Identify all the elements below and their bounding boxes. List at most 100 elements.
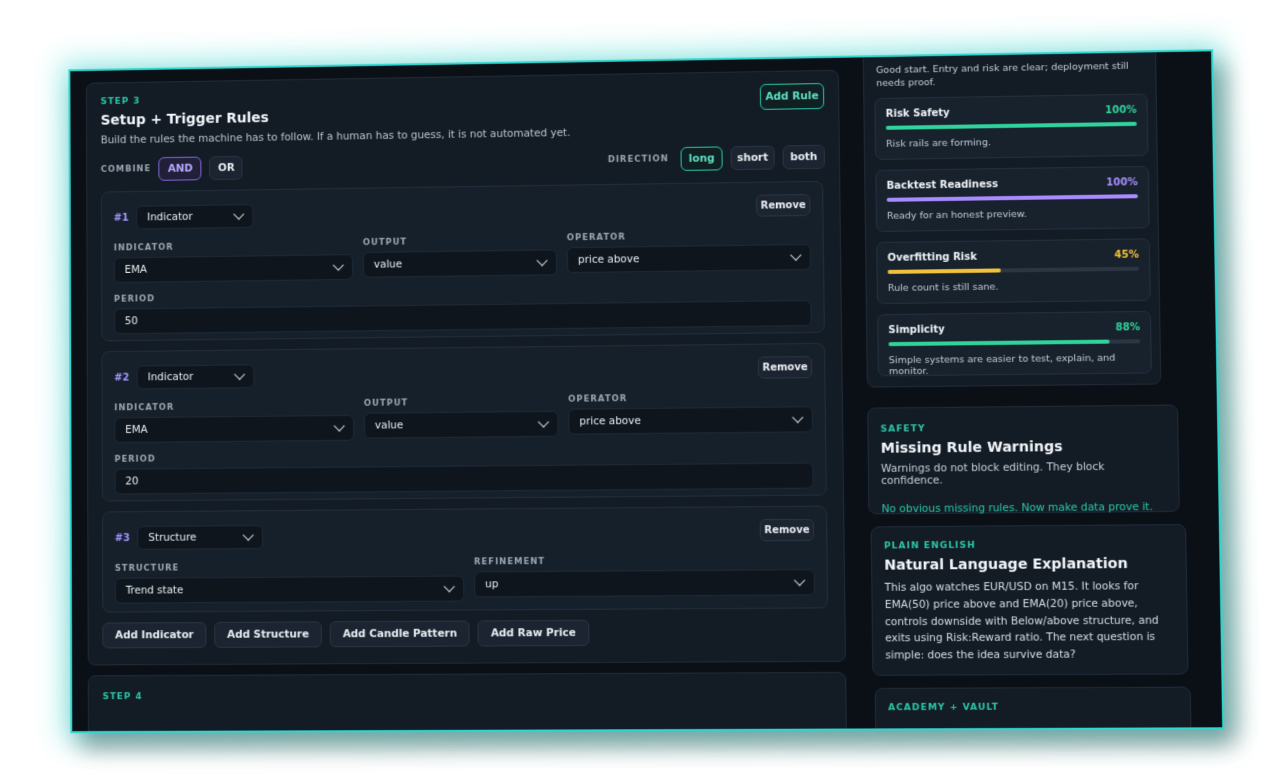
metric-name: Simplicity bbox=[888, 324, 945, 337]
output-select[interactable]: value bbox=[363, 410, 559, 439]
indicator-label: INDICATOR bbox=[113, 242, 174, 254]
progress-fill bbox=[887, 268, 1001, 274]
progress-fill bbox=[886, 194, 1138, 202]
academy-card: ACADEMY + VAULT bbox=[874, 686, 1192, 729]
metric-note: Simple systems are easier to test, expla… bbox=[888, 352, 1116, 378]
add-raw-price-button[interactable]: Add Raw Price bbox=[477, 619, 589, 647]
rule-number: #3 bbox=[114, 532, 130, 544]
combine-or-button[interactable]: OR bbox=[209, 155, 244, 181]
output-label: OUTPUT bbox=[362, 237, 408, 249]
indicator-select[interactable]: EMA bbox=[113, 254, 354, 283]
period-input[interactable]: 50 bbox=[113, 299, 812, 335]
chevron-down-icon bbox=[790, 249, 802, 261]
add-structure-button[interactable]: Add Structure bbox=[214, 621, 322, 648]
step3-card: STEP 3 Setup + Trigger Rules Build the r… bbox=[85, 69, 847, 666]
remove-rule-button[interactable]: Remove bbox=[756, 193, 811, 217]
operator-label: OPERATOR bbox=[566, 232, 626, 244]
period-label: PERIOD bbox=[113, 294, 156, 305]
metric-overfitting-risk: Overfitting Risk 45% Rule count is still… bbox=[876, 238, 1151, 305]
rule-card-2: #2 Indicator Remove INDICATOR EMA OUTPUT… bbox=[101, 342, 827, 502]
step4-eyebrow: STEP 4 bbox=[102, 692, 143, 703]
metric-value: 88% bbox=[1115, 322, 1141, 334]
chevron-down-icon bbox=[793, 574, 806, 587]
safety-card: SAFETY Missing Rule Warnings Warnings do… bbox=[867, 404, 1180, 515]
safety-title: Missing Rule Warnings bbox=[880, 439, 1063, 457]
rule-card-3: #3 Structure Remove STRUCTURE Trend stat… bbox=[101, 505, 829, 613]
add-rule-type-buttons: Add Indicator Add Structure Add Candle P… bbox=[102, 619, 589, 649]
operator-select[interactable]: price above bbox=[566, 243, 812, 274]
output-label: OUTPUT bbox=[363, 398, 409, 409]
indicator-select[interactable]: EMA bbox=[114, 414, 355, 444]
metric-simplicity: Simplicity 88% Simple systems are easier… bbox=[877, 310, 1152, 378]
metric-value: 100% bbox=[1106, 177, 1138, 189]
metric-note: Rule count is still sane. bbox=[887, 281, 999, 294]
sidebar-column: Good start. Entry and risk are clear; de… bbox=[859, 51, 1204, 729]
plain-description: This algo watches EUR/USD on M15. It loo… bbox=[884, 580, 1159, 662]
academy-eyebrow: ACADEMY + VAULT bbox=[888, 702, 1000, 714]
safety-description: Warnings do not block editing. They bloc… bbox=[880, 460, 1105, 488]
structure-value: Trend state bbox=[125, 584, 184, 597]
chevron-down-icon bbox=[332, 259, 344, 271]
combine-and-button[interactable]: AND bbox=[158, 156, 202, 181]
progress-fill bbox=[888, 339, 1110, 347]
rule-card-1: #1 Indicator Remove INDICATOR EMA OUTPUT… bbox=[100, 180, 825, 342]
score-intro: Good start. Entry and risk are clear; de… bbox=[875, 60, 1129, 90]
builder-column: STEP 3 Setup + Trigger Rules Build the r… bbox=[80, 66, 849, 732]
plain-eyebrow: PLAIN ENGLISH bbox=[883, 540, 976, 552]
metric-name: Risk Safety bbox=[885, 107, 950, 120]
indicator-value: EMA bbox=[124, 263, 147, 276]
rule-3-header: #3 Structure bbox=[115, 525, 264, 550]
add-indicator-button[interactable]: Add Indicator bbox=[102, 622, 207, 649]
add-rule-button[interactable]: Add Rule bbox=[759, 82, 825, 110]
operator-label: OPERATOR bbox=[568, 394, 628, 405]
rule-type-select[interactable]: Structure bbox=[137, 525, 264, 550]
rule-number: #1 bbox=[113, 212, 129, 224]
rule-type-value: Indicator bbox=[147, 210, 193, 224]
period-input[interactable]: 20 bbox=[114, 462, 814, 495]
direction-label: DIRECTION bbox=[607, 154, 669, 166]
direction-short-button[interactable]: short bbox=[730, 145, 775, 171]
rule-type-value: Structure bbox=[148, 531, 197, 544]
structure-select[interactable]: Trend state bbox=[114, 575, 465, 604]
progress-bar bbox=[885, 121, 1137, 130]
operator-value: price above bbox=[579, 414, 641, 428]
chevron-down-icon bbox=[537, 416, 550, 428]
progress-fill bbox=[885, 121, 1137, 130]
score-card: Good start. Entry and risk are clear; de… bbox=[862, 51, 1162, 388]
app-window: STEP 3 Setup + Trigger Rules Build the r… bbox=[68, 49, 1225, 734]
metric-risk-safety: Risk Safety 100% Risk rails are forming. bbox=[874, 93, 1149, 161]
safety-eyebrow: SAFETY bbox=[880, 424, 926, 435]
metric-name: Backtest Readiness bbox=[886, 179, 999, 192]
chevron-down-icon bbox=[243, 529, 255, 541]
refinement-select[interactable]: up bbox=[474, 569, 815, 598]
metric-name: Overfitting Risk bbox=[887, 251, 978, 264]
rule-type-select[interactable]: Indicator bbox=[136, 364, 255, 390]
metric-note: Ready for an honest preview. bbox=[886, 208, 1027, 222]
combine-group: COMBINE AND OR bbox=[100, 155, 244, 182]
progress-bar bbox=[888, 339, 1141, 347]
chevron-down-icon bbox=[233, 208, 245, 220]
indicator-label: INDICATOR bbox=[114, 402, 175, 414]
rule-type-value: Indicator bbox=[147, 370, 194, 384]
combine-label: COMBINE bbox=[100, 164, 152, 175]
rule-type-select[interactable]: Indicator bbox=[136, 204, 254, 230]
remove-rule-button[interactable]: Remove bbox=[757, 356, 813, 379]
rule-1-header: #1 Indicator bbox=[114, 204, 254, 230]
direction-group: DIRECTION long short both bbox=[607, 144, 825, 172]
refinement-value: up bbox=[485, 578, 499, 591]
output-select[interactable]: value bbox=[362, 249, 558, 278]
add-candle-pattern-button[interactable]: Add Candle Pattern bbox=[329, 620, 471, 648]
chevron-down-icon bbox=[443, 580, 455, 593]
metric-note: Risk rails are forming. bbox=[885, 137, 991, 150]
direction-both-button[interactable]: both bbox=[782, 144, 825, 170]
output-value: value bbox=[373, 258, 403, 271]
period-label: PERIOD bbox=[114, 454, 156, 465]
plain-title: Natural Language Explanation bbox=[884, 555, 1128, 574]
step4-card: STEP 4 bbox=[87, 671, 847, 732]
remove-rule-button[interactable]: Remove bbox=[759, 518, 815, 542]
chevron-down-icon bbox=[792, 411, 804, 424]
operator-select[interactable]: price above bbox=[568, 406, 813, 435]
rule-2-header: #2 Indicator bbox=[114, 364, 255, 390]
direction-long-button[interactable]: long bbox=[680, 146, 723, 171]
metric-backtest-readiness: Backtest Readiness 100% Ready for an hon… bbox=[875, 165, 1150, 233]
